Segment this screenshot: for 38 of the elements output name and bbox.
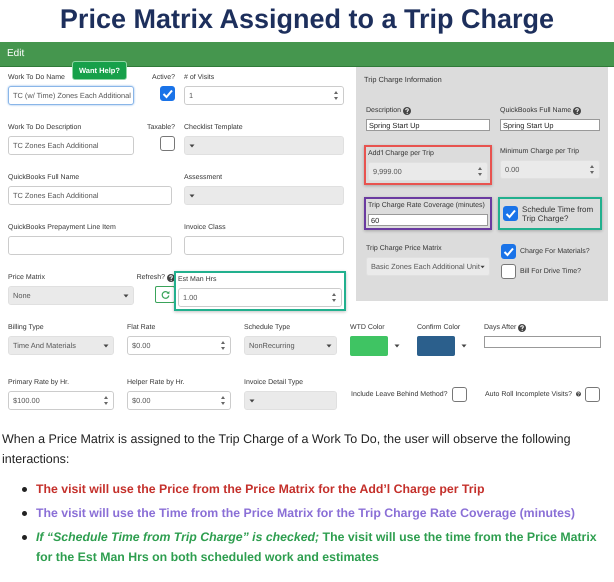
bullet-icon: [22, 511, 27, 516]
caret-icon: [189, 194, 195, 198]
input-field[interactable]: [484, 336, 601, 348]
input-field[interactable]: [8, 236, 172, 255]
spinner-icon: [220, 340, 226, 351]
checkbox[interactable]: [501, 244, 516, 259]
input-field[interactable]: [184, 236, 344, 255]
spinner-icon: [333, 90, 339, 101]
window-title: Edit: [7, 48, 24, 59]
checkbox[interactable]: [452, 386, 467, 402]
spinner-icon: [331, 292, 337, 303]
bullet-icon: [22, 487, 27, 492]
spinner-icon: [477, 166, 483, 177]
caret-icon: [103, 344, 109, 348]
caret-icon: [480, 264, 485, 268]
intro-paragraph: When a Price Matrix is assigned to the Trip Charge of a Work To Do, the user will observe the following interactions:: [2, 431, 572, 468]
checkbox[interactable]: [160, 86, 175, 101]
refresh-icon: [160, 290, 170, 299]
caret-icon: [189, 144, 195, 148]
caret-icon: [249, 398, 255, 402]
spinner-icon: [103, 395, 109, 406]
checkbox-label: Schedule Time from Trip Charge?: [522, 204, 594, 222]
checkbox[interactable]: [160, 136, 175, 151]
spinner-icon: [589, 164, 595, 175]
checkbox[interactable]: [503, 206, 518, 221]
caret-icon: [461, 344, 467, 348]
caret-icon: [123, 294, 129, 298]
checkbox[interactable]: [501, 264, 516, 279]
spinner-icon: [220, 395, 226, 406]
caret-icon: [326, 344, 332, 348]
bullet-icon: [22, 535, 27, 540]
caret-icon: [394, 344, 400, 348]
bullet-text: The visit will use the Time from the Price Matrix for the Trip Charge Rate Coverage (minutes): [36, 505, 575, 522]
bullet-text: The visit will use the Price from the Price Matrix for the Add’l Charge per Trip: [36, 481, 484, 498]
checkbox[interactable]: [585, 386, 600, 402]
page-title: Price Matrix Assigned to a Trip Charge: [58, 3, 556, 36]
refresh-button[interactable]: [155, 286, 175, 303]
bullet-text: If “Schedule Time from Trip Charge” is checked; The visit will use the time from the Price Matrix for the Est Man Hrs on both scheduled work and estimates: [36, 529, 598, 566]
